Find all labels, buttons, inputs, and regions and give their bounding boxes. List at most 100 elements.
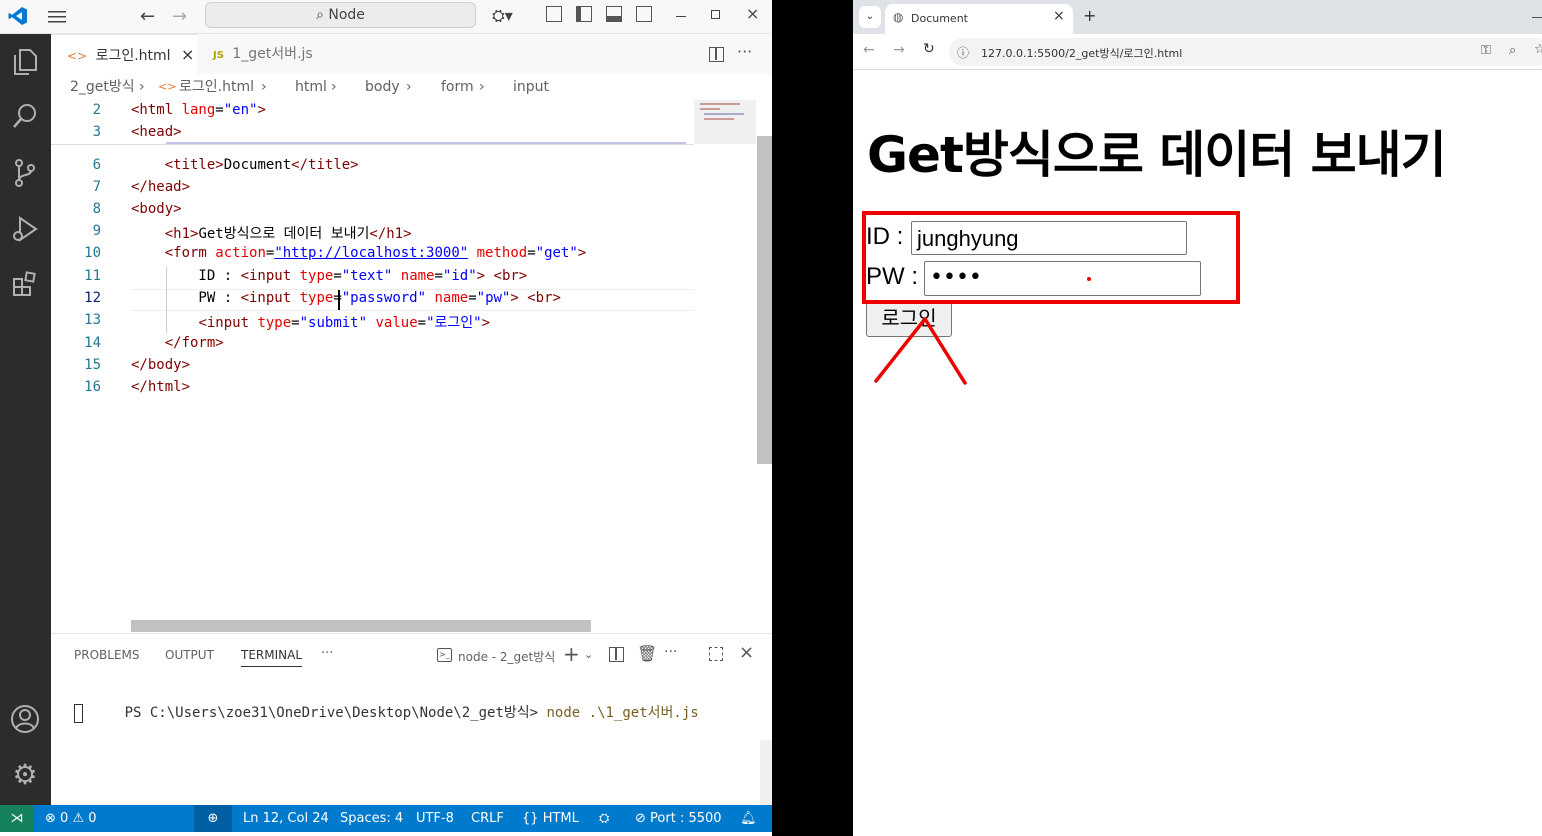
code-token: "password": [341, 290, 427, 306]
tab-get-server-js[interactable]: JS 1_get서버.js: [197, 34, 347, 74]
extensions-icon[interactable]: [8, 270, 42, 304]
maximize-panel-icon[interactable]: [709, 647, 723, 661]
code-token: "text": [341, 268, 393, 284]
minimize-icon[interactable]: [1532, 17, 1542, 18]
toggle-secondary-sidebar-icon[interactable]: [636, 6, 652, 22]
search-icon[interactable]: [8, 102, 42, 136]
toggle-panel-icon[interactable]: [606, 6, 622, 22]
code-token: "submit": [299, 315, 368, 331]
back-arrow-icon[interactable]: ←: [863, 42, 875, 58]
code-editor[interactable]: 2 <html lang="en"> 3 <head> 6 <title>Documen…: [51, 100, 772, 633]
line-number: 2: [92, 102, 101, 118]
remote-indicator[interactable]: ⋊: [0, 805, 34, 832]
run-debug-icon[interactable]: [8, 214, 42, 248]
breadcrumb-form[interactable]: form: [423, 74, 474, 100]
line-ending[interactable]: CRLF: [471, 805, 504, 832]
code-token: </h1>: [369, 226, 412, 242]
horizontal-scrollbar[interactable]: [131, 620, 591, 632]
close-window-icon[interactable]: ×: [746, 4, 759, 23]
problems-status[interactable]: ⊗ 0 ⚠ 0: [45, 805, 97, 832]
zoom-icon[interactable]: ⊕: [194, 805, 232, 832]
code-token: <input: [198, 315, 258, 331]
more-actions-icon[interactable]: ···: [737, 42, 752, 61]
annotation-arrow: [874, 317, 967, 385]
tab-search-button[interactable]: ⌄: [859, 6, 881, 28]
panel-more-icon[interactable]: ···: [321, 646, 333, 661]
bell-icon[interactable]: 🔔︎: [740, 805, 757, 832]
split-editor-icon[interactable]: [709, 47, 724, 62]
account-icon[interactable]: [8, 704, 42, 738]
source-control-icon[interactable]: [8, 158, 42, 192]
encoding[interactable]: UTF-8: [416, 805, 454, 832]
zoom-icon[interactable]: ⌕: [1509, 43, 1516, 58]
browser-tab-title: Document: [911, 12, 968, 25]
address-bar[interactable]: ⓘ 127.0.0.1:5500/2_get방식/로그인.html ⚿ ⌕ ☆: [949, 38, 1542, 66]
browser-tab[interactable]: ◍ Document ×: [885, 4, 1073, 34]
no-entry-icon: ⊘: [635, 811, 646, 826]
code-token: =: [333, 268, 342, 284]
terminal-output[interactable]: PS C:\Users\zoe31\OneDrive\Desktop\Node\…: [74, 686, 699, 738]
forward-arrow-icon[interactable]: →: [893, 42, 905, 58]
new-terminal-icon[interactable]: +: [563, 642, 580, 666]
trash-icon[interactable]: 🗑: [637, 644, 657, 663]
new-tab-icon[interactable]: +: [1083, 6, 1096, 25]
port-label: Port : 5500: [650, 811, 722, 826]
code-token: >: [481, 315, 491, 331]
chevron-down-icon[interactable]: ⌄: [584, 648, 593, 661]
key-icon[interactable]: ⚿: [1481, 43, 1491, 58]
menu-icon[interactable]: [48, 9, 68, 25]
language-mode[interactable]: {} HTML: [522, 805, 579, 832]
line-number: 15: [84, 357, 101, 373]
command-center-search[interactable]: ⌕ Node: [205, 2, 476, 28]
chevron-right-icon: ›: [331, 79, 337, 95]
close-tab-icon[interactable]: ×: [181, 45, 194, 64]
minimize-icon[interactable]: [676, 16, 686, 17]
close-tab-icon[interactable]: ×: [1053, 8, 1065, 24]
manage-gear-icon[interactable]: ⚙: [8, 758, 42, 792]
back-arrow-icon[interactable]: ←: [140, 6, 155, 27]
close-panel-icon[interactable]: ×: [739, 642, 754, 663]
remote-icon: ⋊: [10, 811, 24, 826]
forward-arrow-icon[interactable]: →: [172, 6, 187, 27]
terminal-name[interactable]: node - 2_get방식: [458, 648, 555, 665]
live-server-port[interactable]: ⊘ Port : 5500: [635, 805, 722, 832]
code-token: <input: [240, 268, 300, 284]
code-line: </html>: [131, 379, 190, 395]
status-bar: ⋊ ⊗ 0 ⚠ 0 ⊕ Ln 12, Col 24 Spaces: 4 UTF-…: [0, 805, 772, 832]
code-token: =: [468, 290, 477, 306]
terminal-more-icon[interactable]: ···: [664, 644, 677, 660]
breadcrumb-html[interactable]: html: [277, 74, 327, 100]
code-token: >: [577, 245, 587, 261]
layout-customize-icon[interactable]: [546, 6, 562, 22]
tab-terminal[interactable]: TERMINAL: [241, 648, 303, 667]
tab-problems[interactable]: PROBLEMS: [74, 648, 140, 662]
minimap[interactable]: [694, 100, 756, 144]
bottom-panel: PROBLEMS OUTPUT TERMINAL ··· >_ node - 2…: [51, 633, 772, 806]
code-token: Document: [223, 157, 292, 173]
terminal-prompt: PS C:\Users\zoe31\OneDrive\Desktop\Node\…: [124, 705, 539, 721]
copilot-status-icon[interactable]: ⛭: [599, 805, 609, 832]
copilot-icon[interactable]: ⛭▾: [492, 6, 513, 26]
explorer-icon[interactable]: [8, 46, 42, 80]
bookmark-star-icon[interactable]: ☆: [1534, 42, 1542, 57]
code-token: <head>: [131, 124, 182, 140]
tab-login-html[interactable]: <> 로그인.html ×: [51, 34, 197, 74]
tab-output[interactable]: OUTPUT: [165, 648, 214, 662]
split-terminal-icon[interactable]: [609, 647, 624, 662]
toggle-sidebar-icon[interactable]: [576, 6, 592, 22]
breadcrumb-file[interactable]: 로그인.html: [179, 74, 254, 100]
breadcrumb-input[interactable]: input: [495, 74, 549, 100]
cursor-position[interactable]: Ln 12, Col 24: [243, 805, 329, 832]
chevron-right-icon: ›: [261, 79, 267, 95]
warning-icon: ⚠: [72, 811, 85, 826]
breadcrumb-body[interactable]: body: [347, 74, 400, 100]
terminal-scrollbar[interactable]: [760, 740, 772, 806]
breadcrumb-folder[interactable]: 2_get방식: [70, 74, 135, 100]
maximize-icon[interactable]: [711, 10, 720, 19]
reload-icon[interactable]: ↻: [923, 41, 935, 57]
vertical-scrollbar[interactable]: [757, 136, 772, 464]
code-line: <h1>Get방식으로 데이터 보내기</h1>: [131, 223, 412, 243]
site-info-icon[interactable]: ⓘ: [957, 44, 969, 61]
indentation[interactable]: Spaces: 4: [340, 805, 403, 832]
